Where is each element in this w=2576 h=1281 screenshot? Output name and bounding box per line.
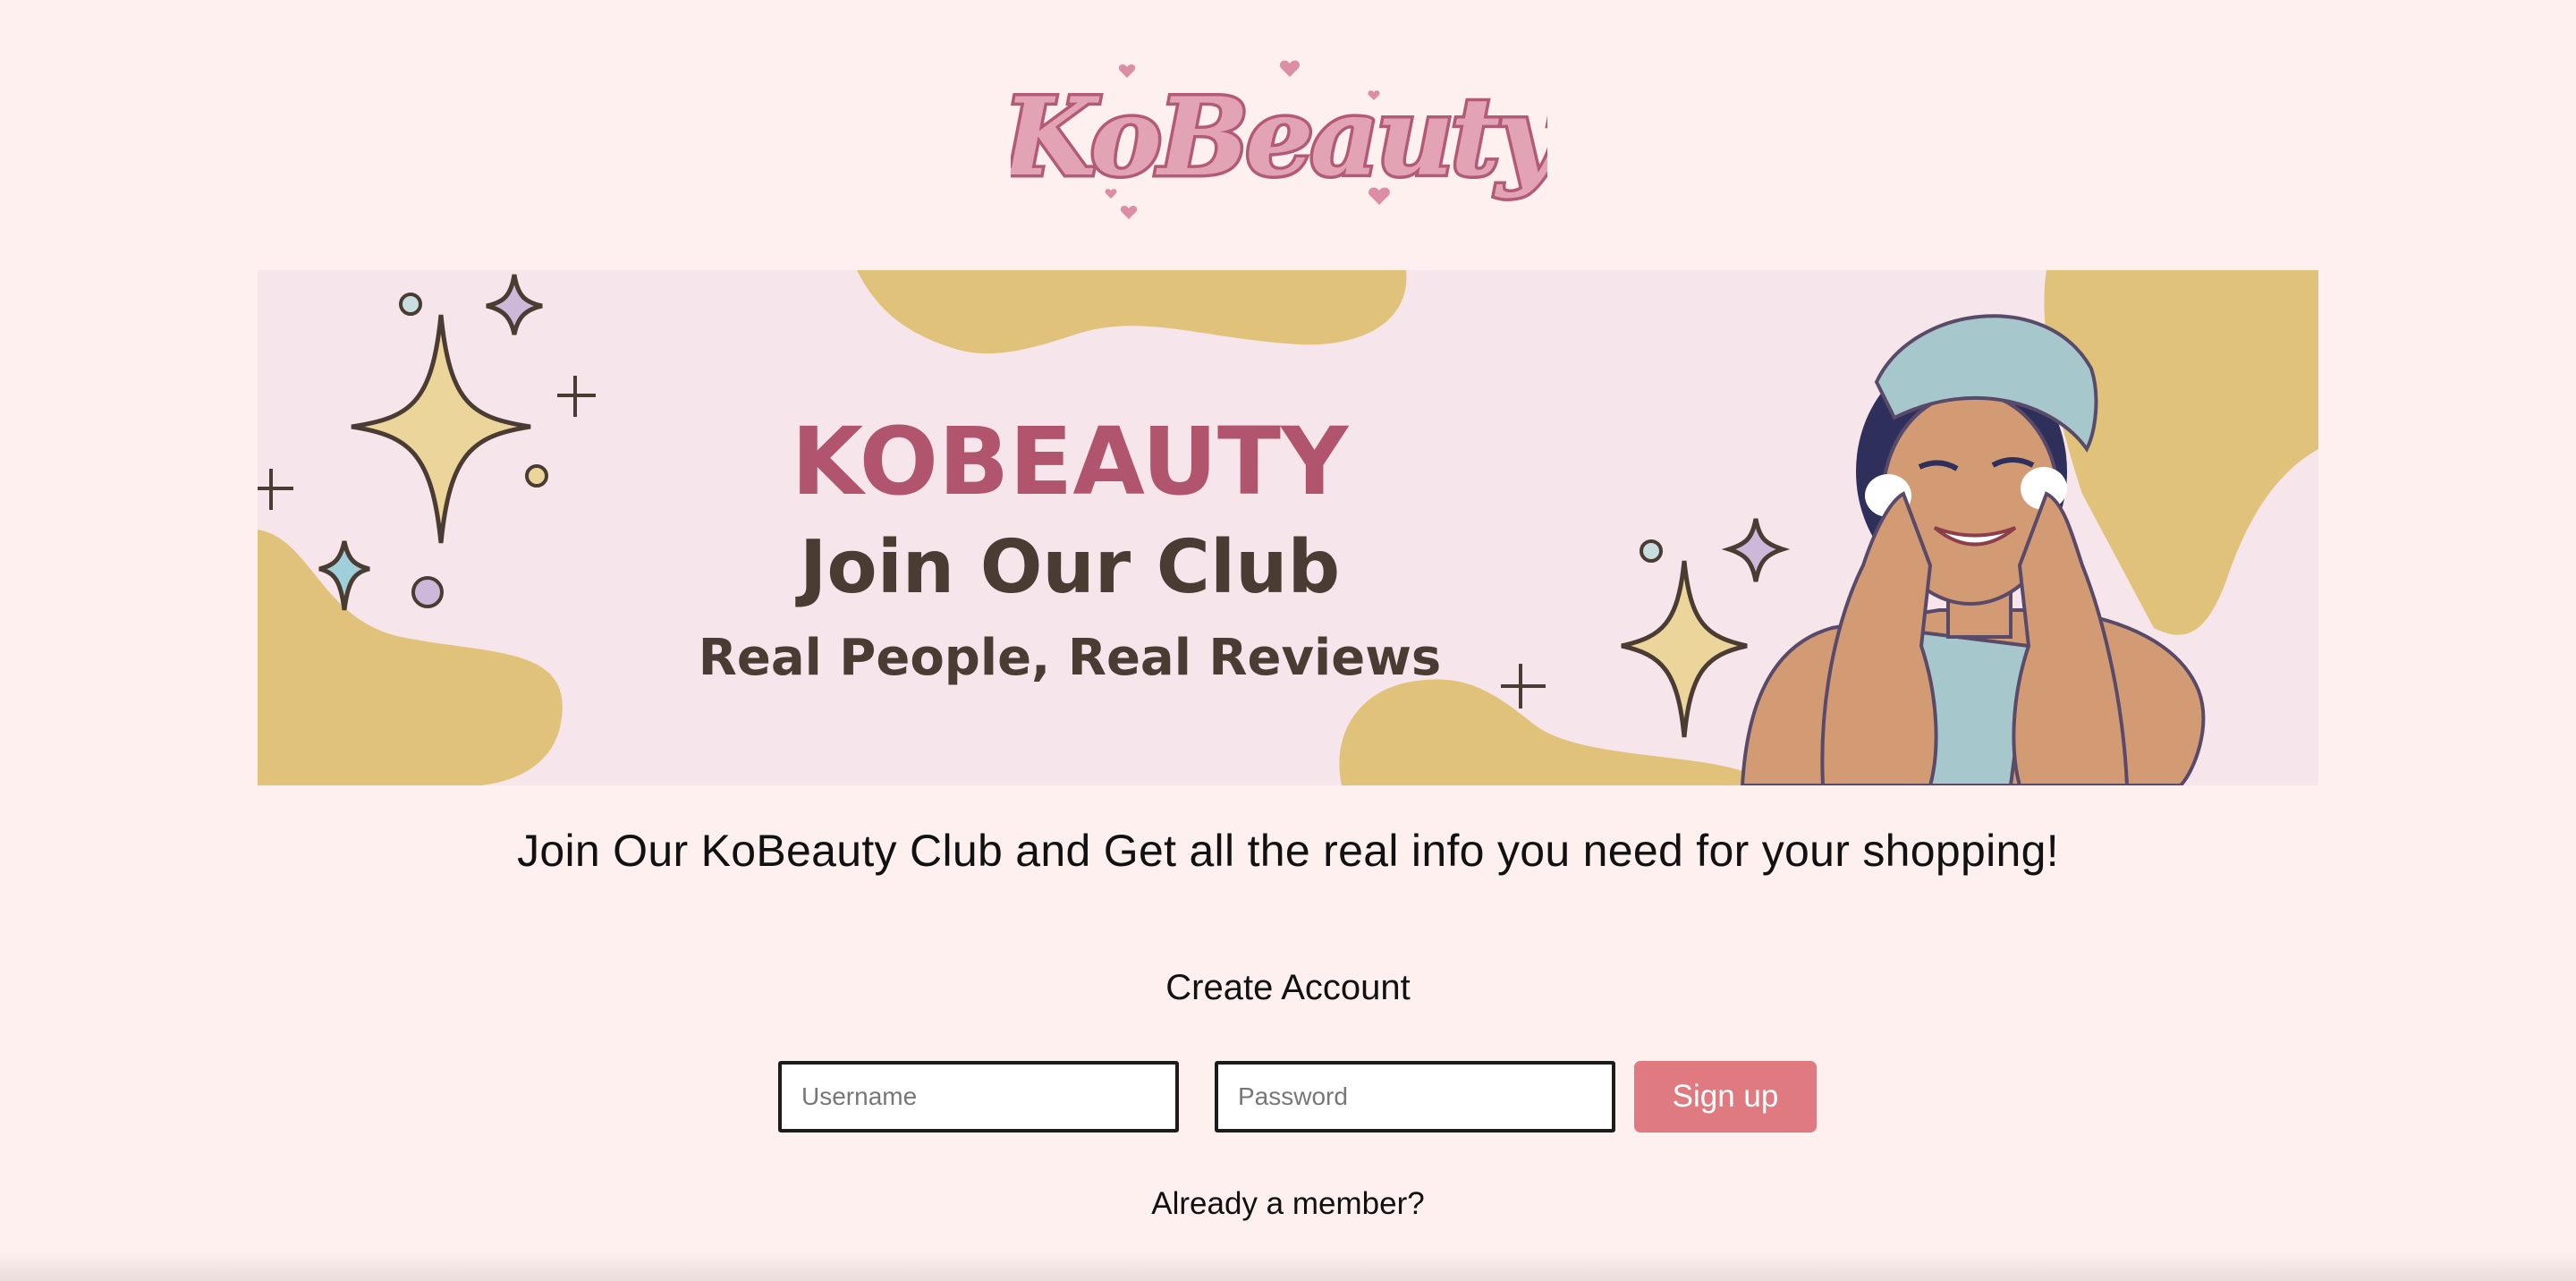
- logo-text: KoBeauty: [1011, 74, 1547, 200]
- username-input[interactable]: [778, 1061, 1179, 1133]
- kobeauty-logo[interactable]: KoBeauty: [997, 49, 1572, 228]
- banner-blob-bottom: [1339, 679, 1769, 785]
- club-banner: KOBEAUTY Join Our Club Real People, Real…: [258, 270, 2318, 785]
- banner-blob-left: [258, 530, 563, 785]
- logo-graphic: KoBeauty: [997, 60, 1572, 219]
- bottom-shadow: [0, 1251, 2576, 1281]
- sign-up-button[interactable]: Sign up: [1634, 1061, 1817, 1133]
- already-member-link[interactable]: Already a member?: [0, 1186, 2576, 1222]
- create-account-title: Create Account: [1165, 968, 1411, 1007]
- banner-subhead: Join Our Club: [795, 525, 1340, 610]
- banner-headline: KOBEAUTY: [792, 407, 1350, 516]
- banner-blob-top: [857, 270, 1407, 354]
- banner-tagline: Real People, Real Reviews: [699, 629, 1442, 687]
- signup-form: Sign up: [778, 1061, 1817, 1134]
- intro-text: Join Our KoBeauty Club and Get all the r…: [517, 826, 2059, 876]
- password-input[interactable]: [1215, 1061, 1615, 1133]
